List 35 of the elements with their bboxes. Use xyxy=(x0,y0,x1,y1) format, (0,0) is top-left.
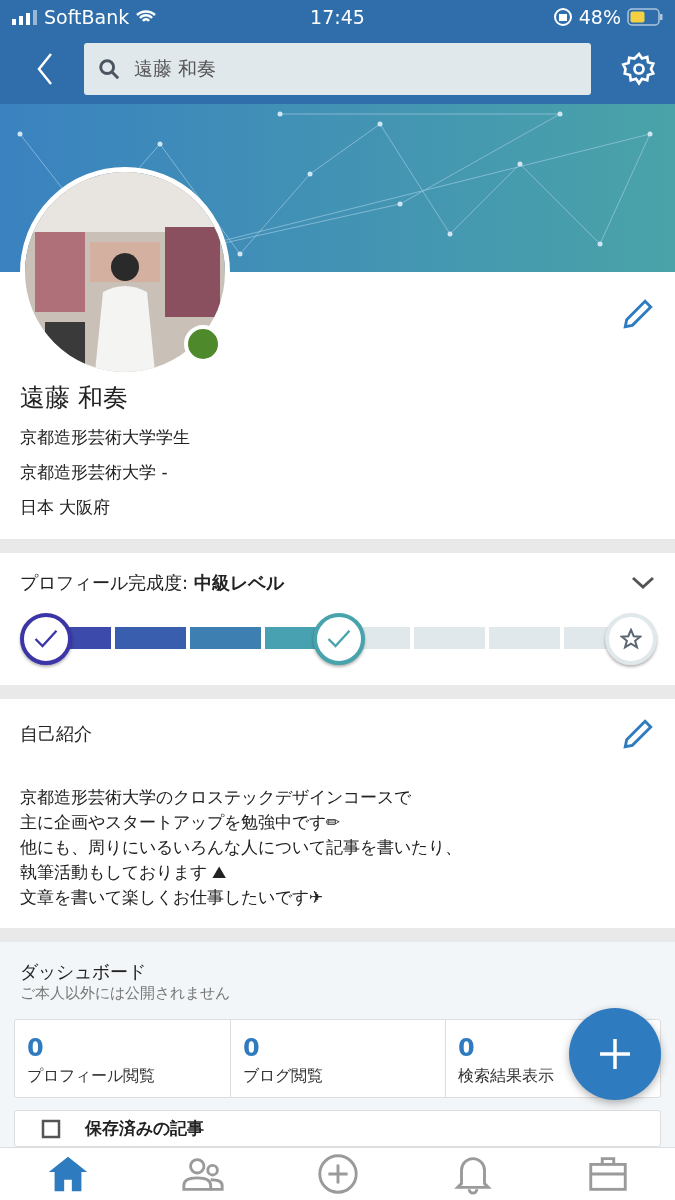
settings-button[interactable] xyxy=(621,51,657,87)
pencil-icon xyxy=(621,717,655,751)
profile-name: 遠藤 和奏 xyxy=(20,382,129,414)
expand-button[interactable] xyxy=(631,576,655,590)
star-icon xyxy=(620,628,642,650)
edit-profile-button[interactable] xyxy=(621,297,655,331)
profile-location: 日本 大阪府 xyxy=(20,496,112,519)
search-field[interactable]: 遠藤 和奏 xyxy=(84,43,591,95)
stat-value: 0 xyxy=(243,1034,260,1062)
dashboard-subtitle: ご本人以外には公開されません xyxy=(19,984,231,1003)
saved-articles-label: 保存済みの記事 xyxy=(85,1117,204,1140)
battery-icon xyxy=(627,8,663,26)
signal-icon xyxy=(12,9,38,25)
stat-label: 検索結果表示 xyxy=(458,1066,554,1087)
status-time: 17:45 xyxy=(310,6,365,28)
rotation-lock-icon xyxy=(552,7,573,27)
search-icon xyxy=(98,58,120,80)
back-button[interactable] xyxy=(36,52,54,86)
battery-percent: 48% xyxy=(578,6,621,28)
profile-headline: 京都造形芸術大学学生 xyxy=(20,426,191,449)
carrier-name: SoftBank xyxy=(44,6,130,28)
about-text: 京都造形芸術大学のクロステックデザインコースで 主に企画やスタートアップを勉強中です✏ 他にも、周りにいるいろんな人について記事を書いたり、 執筆活動もしております ⛰ 文章を書いて楽しくお仕事したいです✈ xyxy=(20,786,463,909)
plus-icon xyxy=(598,1037,632,1071)
about-title: 自己紹介 xyxy=(20,722,92,746)
bookmark-icon xyxy=(41,1118,61,1139)
stat-value: 0 xyxy=(27,1034,44,1062)
dashboard-title: ダッシュボード xyxy=(19,960,147,984)
stat-label: プロフィール閲覧 xyxy=(27,1066,155,1087)
stat-value: 0 xyxy=(458,1034,475,1062)
edit-about-button[interactable] xyxy=(621,717,655,751)
pencil-icon xyxy=(621,297,655,331)
profile-school: 京都造形芸術大学 - xyxy=(20,461,169,484)
saved-articles-row[interactable]: 保存済みの記事 xyxy=(14,1110,661,1147)
stat-label: ブログ閲覧 xyxy=(243,1066,323,1087)
completeness-label: プロフィール完成度: 中級レベル xyxy=(20,571,284,595)
